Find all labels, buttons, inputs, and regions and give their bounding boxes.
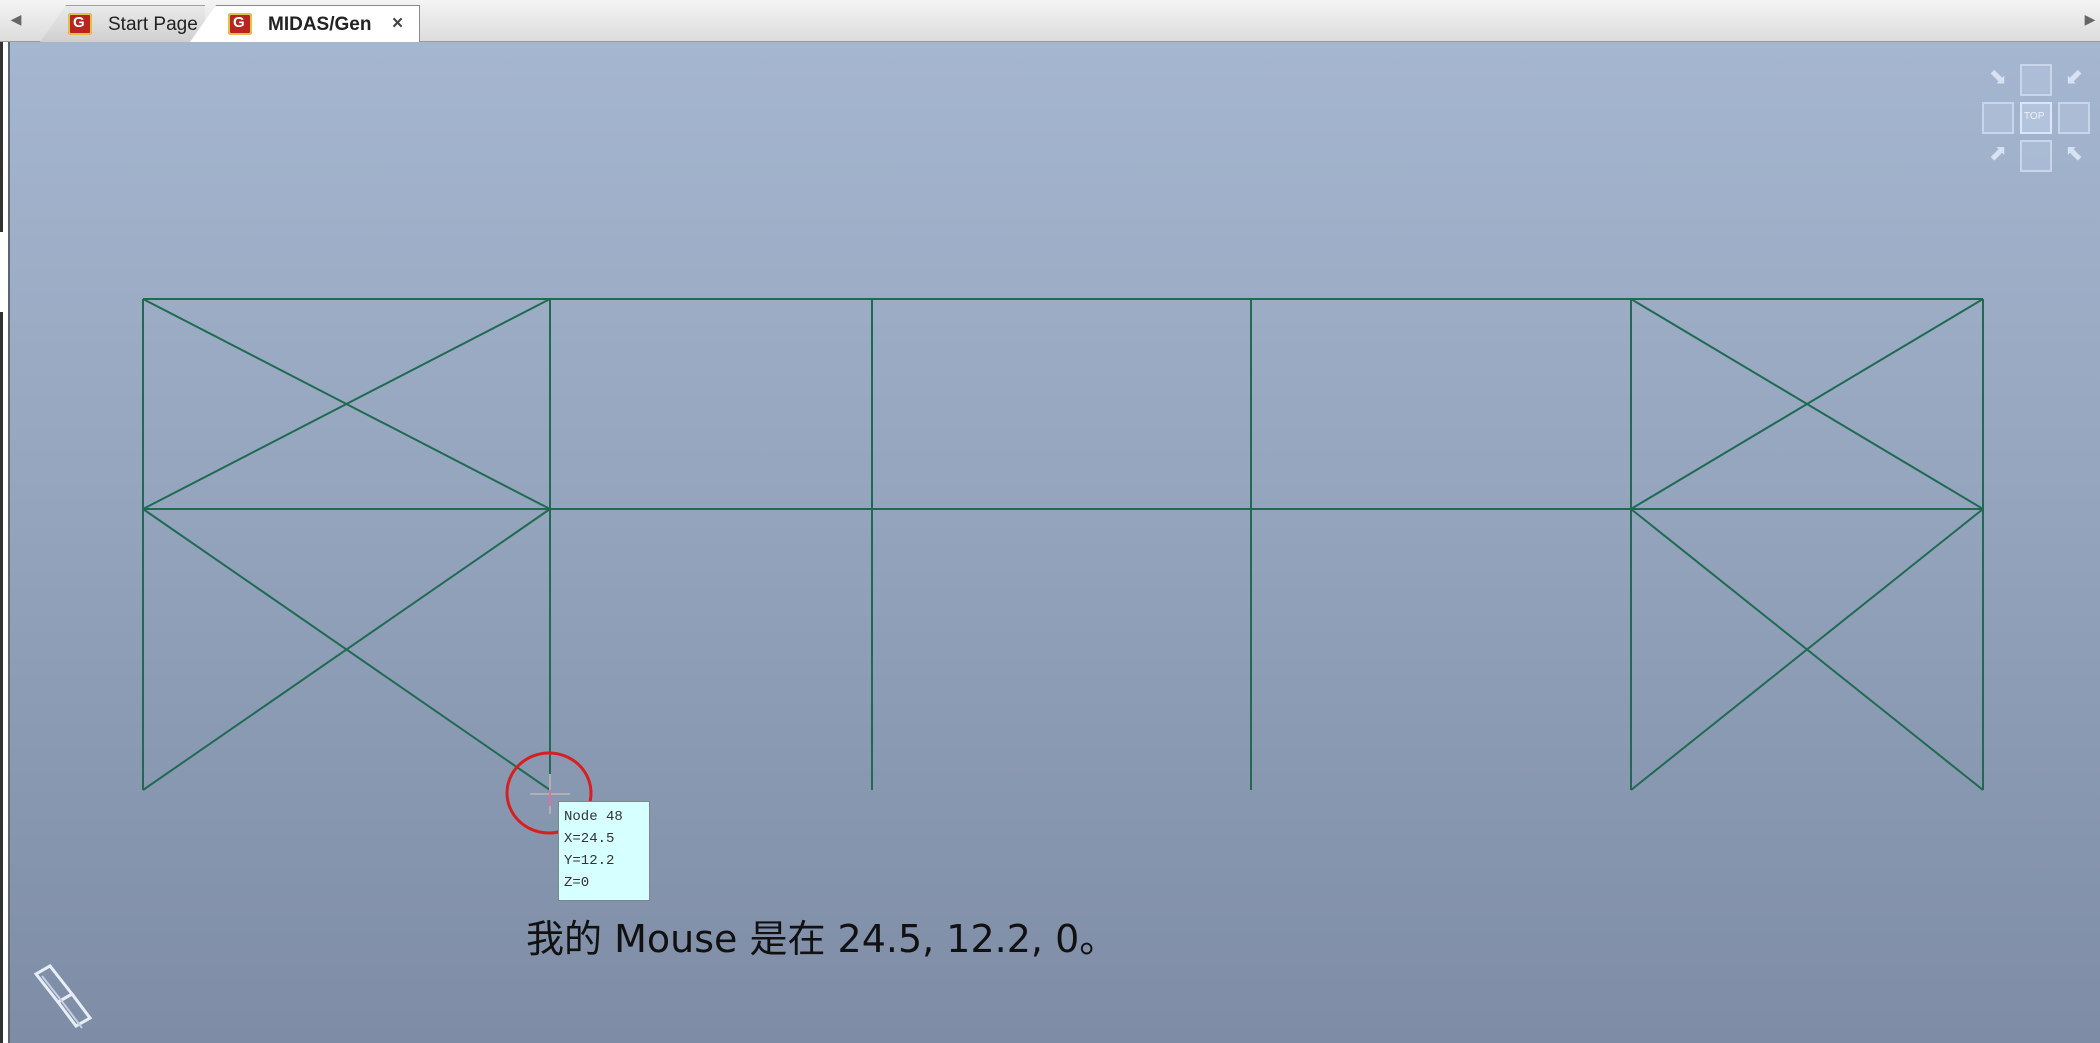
view-corner-arrow-icon[interactable]: ⬈ [1982, 140, 2014, 172]
panel-divider [0, 42, 3, 232]
view-face-label: TOP [2024, 111, 2045, 122]
midas-gen-app-icon [228, 13, 252, 35]
midas-gen-window: ◀ Start Page MIDAS/Gen × ▶ [0, 0, 2100, 1043]
tooltip-y: Y=12.2 [564, 853, 615, 869]
view-face-left[interactable] [1982, 102, 2014, 134]
annotation-caption: 我的 Mouse 是在 24.5, 12.2, 0。 [526, 917, 1118, 961]
tab-midas-gen[interactable]: MIDAS/Gen × [190, 5, 420, 42]
document-tab-strip: ◀ Start Page MIDAS/Gen × ▶ [0, 0, 2100, 42]
structure-frame-drawing [142, 298, 1984, 847]
tab-label: MIDAS/Gen [268, 14, 372, 35]
view-corner-arrow-icon[interactable]: ⬊ [1982, 64, 2014, 96]
view-face-right[interactable] [2058, 102, 2090, 134]
coordinate-axis-icon [33, 964, 93, 1029]
view-corner-arrow-icon[interactable]: ⬋ [2058, 64, 2090, 96]
left-panel-edge [0, 42, 8, 1043]
view-face-back[interactable] [2020, 140, 2052, 172]
model-view-canvas[interactable]: ⬊ ⬋ TOP ⬈ ⬉ Node 48 X=24.5 Y=12.2 Z=0 我的… [8, 42, 2100, 1043]
view-corner-arrow-icon[interactable]: ⬉ [2058, 140, 2090, 172]
node-info-tooltip: Node 48 X=24.5 Y=12.2 Z=0 [558, 801, 650, 901]
panel-divider [0, 312, 3, 1043]
midas-gen-app-icon [68, 13, 92, 35]
view-face-top[interactable]: TOP [2020, 102, 2052, 134]
close-icon[interactable]: × [392, 13, 403, 35]
tooltip-node-id: Node 48 [564, 809, 623, 825]
tab-label: Start Page [108, 14, 198, 35]
view-face-front[interactable] [2020, 64, 2052, 96]
tooltip-z: Z=0 [564, 875, 590, 891]
tab-scroll-right-icon[interactable]: ▶ [2080, 8, 2100, 32]
tab-start-page[interactable]: Start Page [40, 5, 205, 42]
view-cube[interactable]: ⬊ ⬋ TOP ⬈ ⬉ [1982, 64, 2092, 172]
tooltip-x: X=24.5 [564, 831, 615, 847]
tab-scroll-left-icon[interactable]: ◀ [6, 8, 26, 32]
